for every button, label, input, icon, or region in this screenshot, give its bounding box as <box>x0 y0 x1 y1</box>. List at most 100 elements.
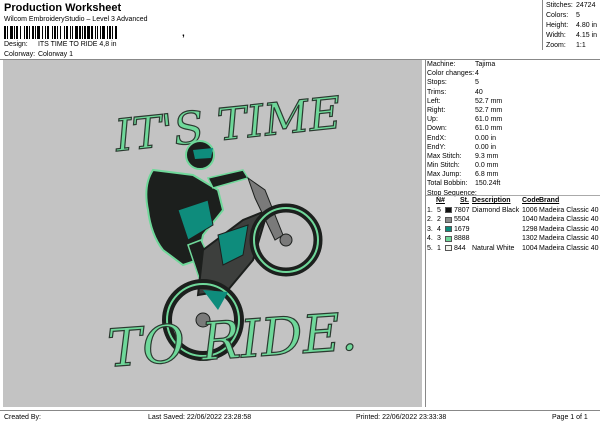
info-value: 6.8 mm <box>475 171 499 179</box>
needle-number: 1 <box>437 244 441 252</box>
barcode-bar <box>7 26 8 39</box>
barcode-bar <box>29 26 30 39</box>
stat-value: 1:1 <box>576 42 586 49</box>
info-value: 0.00 in <box>475 143 497 151</box>
info-row: Trims: 40 <box>427 88 599 97</box>
info-row: Left: 52.7 mm <box>427 97 599 106</box>
stats-divider <box>542 0 543 50</box>
barcode-suffix: , <box>182 28 185 39</box>
barcode-bar <box>75 26 78 39</box>
stitch-count: 5504 <box>454 216 470 224</box>
info-label: Max Jump: <box>427 171 462 179</box>
info-row: Max Stitch: 9.3 mm <box>427 152 599 161</box>
info-label: Up: <box>427 116 438 124</box>
barcode-bar <box>16 26 18 39</box>
stat-label: Zoom: <box>546 42 566 49</box>
artwork-top-text: IT'S TIME <box>112 88 344 163</box>
thread-code: 1006 <box>522 206 538 214</box>
barcode-bar <box>84 26 86 39</box>
info-value: 52.7 mm <box>475 97 503 105</box>
barcode-bar <box>100 26 101 39</box>
colorway-name: Colorway 1 <box>37 51 73 58</box>
info-row: Stops: 5 <box>427 78 599 87</box>
page-title: Production Worksheet <box>4 2 122 14</box>
barcode-bar <box>97 26 98 39</box>
stat-row: Colors: 5 <box>546 12 597 22</box>
stitch-count: 1679 <box>454 225 470 233</box>
stop-table-header: N# St. Description Code Brand <box>427 196 599 206</box>
thread-brand: Madeira Classic 40 <box>539 235 599 243</box>
color-swatch <box>445 226 452 233</box>
stop-sequence-table: N# St. Description Code Brand 1. 5 7807 Dia… <box>427 196 599 254</box>
barcode-bar <box>102 26 105 39</box>
info-row: Machine: Tajima <box>427 60 599 69</box>
stop-number: 2. <box>427 216 433 224</box>
thread-code: 1040 <box>522 216 538 224</box>
stat-row: Stitches: 24724 <box>546 2 597 12</box>
stat-value: 5 <box>576 12 580 19</box>
info-label: EndX: <box>427 134 447 142</box>
stop-number: 3. <box>427 225 433 233</box>
barcode-bar <box>32 26 34 39</box>
info-label: Trims: <box>427 88 447 96</box>
barcode-bar <box>45 26 46 39</box>
info-row: EndX: 0.00 in <box>427 134 599 143</box>
info-value: 61.0 mm <box>475 116 503 124</box>
color-swatch <box>445 235 452 242</box>
software-name: Wilcom EmbroideryStudio – Level 3 Advanc… <box>4 16 148 23</box>
col-st: St. <box>460 197 469 204</box>
info-label: Right: <box>427 106 446 114</box>
color-swatch <box>445 216 452 223</box>
thread-brand: Madeira Classic 40 <box>539 225 599 233</box>
info-label: Min Stitch: <box>427 162 460 170</box>
barcode-bar <box>95 26 96 39</box>
created-by: Created By: <box>4 414 41 421</box>
barcode-bar <box>109 26 111 39</box>
col-brand: Brand <box>539 197 560 204</box>
stat-value: 4.80 in <box>576 22 598 29</box>
thread-code: 1004 <box>522 244 538 252</box>
stitch-count: 844 <box>454 244 466 252</box>
barcode-bar <box>37 26 40 39</box>
thread-brand: Madeira Classic 40 <box>539 206 599 214</box>
stitch-count: 8888 <box>454 235 470 243</box>
thread-code: 1302 <box>522 235 538 243</box>
info-value: Tajima <box>475 61 496 68</box>
barcode <box>4 26 117 39</box>
barcode-bar <box>60 26 61 39</box>
thread-brand: Madeira Classic 40 <box>539 216 599 224</box>
page-number: Page 1 of 1 <box>552 414 588 421</box>
info-value: 0.0 mm <box>475 162 499 170</box>
info-row: Color changes:4 <box>427 69 599 78</box>
design-preview: IT'S TIME TO RIDE. <box>3 60 422 407</box>
info-label: Total Bobbin: <box>427 180 468 188</box>
needle-number: 3 <box>437 235 441 243</box>
info-label: Stops: <box>427 79 447 87</box>
stat-value: 24724 <box>576 2 596 9</box>
info-row: EndY: 0.00 in <box>427 143 599 152</box>
needle-number: 2 <box>437 216 441 224</box>
info-label: Max Stitch: <box>427 152 462 160</box>
color-swatch <box>445 207 452 214</box>
barcode-bar <box>112 26 113 39</box>
colorway-label: Colorway: <box>4 51 36 58</box>
stat-value: 4.15 in <box>576 32 598 39</box>
stop-number: 4. <box>427 235 433 243</box>
info-value: 52.7 mm <box>475 106 503 114</box>
thread-description: Natural White <box>472 244 515 252</box>
stop-row: 2. 2 5504 1040 Madeira Classic 40 <box>427 215 599 225</box>
artwork-bottom-text: TO RIDE. <box>106 302 359 379</box>
stop-row: 3. 4 1679 1298 Madeira Classic 40 <box>427 225 599 235</box>
design-name: ITS TIME TO RIDE 4,8 in <box>37 41 117 48</box>
front-hub <box>279 233 293 247</box>
stat-row: Width: 4.15 in <box>546 32 597 42</box>
needle-number: 5 <box>437 206 441 214</box>
info-row: Total Bobbin: 150.24ft <box>427 179 599 188</box>
info-label: Down: <box>427 125 447 133</box>
stop-row: 4. 3 8888 1302 Madeira Classic 40 <box>427 234 599 244</box>
thread-brand: Madeira Classic 40 <box>539 244 599 252</box>
barcode-bar <box>57 26 58 39</box>
design-label: Design: <box>4 41 28 48</box>
barcode-bar <box>66 26 68 39</box>
color-swatch <box>445 245 452 252</box>
